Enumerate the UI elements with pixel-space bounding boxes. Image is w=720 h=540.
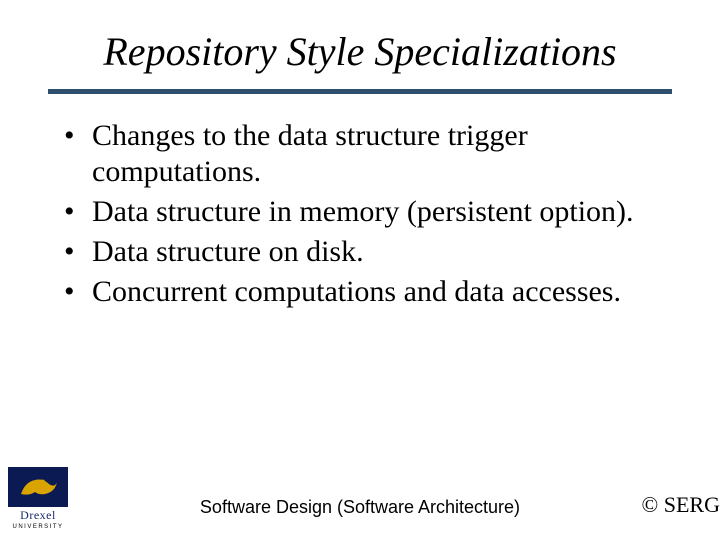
list-item: Data structure on disk. (64, 234, 672, 270)
footer-center-text: Software Design (Software Architecture) (0, 497, 720, 518)
footer-copyright: © SERG (642, 492, 720, 518)
list-item: Concurrent computations and data accesse… (64, 274, 672, 310)
slide-title: Repository Style Specializations (48, 28, 672, 75)
slide-footer: Drexel UNIVERSITY Software Design (Softw… (0, 474, 720, 530)
bullet-list: Changes to the data structure trigger co… (48, 118, 672, 310)
slide: Repository Style Specializations Changes… (0, 0, 720, 540)
list-item: Data structure in memory (persistent opt… (64, 194, 672, 230)
logo-subtext: UNIVERSITY (6, 524, 70, 530)
list-item: Changes to the data structure trigger co… (64, 118, 672, 190)
title-underline (48, 89, 672, 94)
